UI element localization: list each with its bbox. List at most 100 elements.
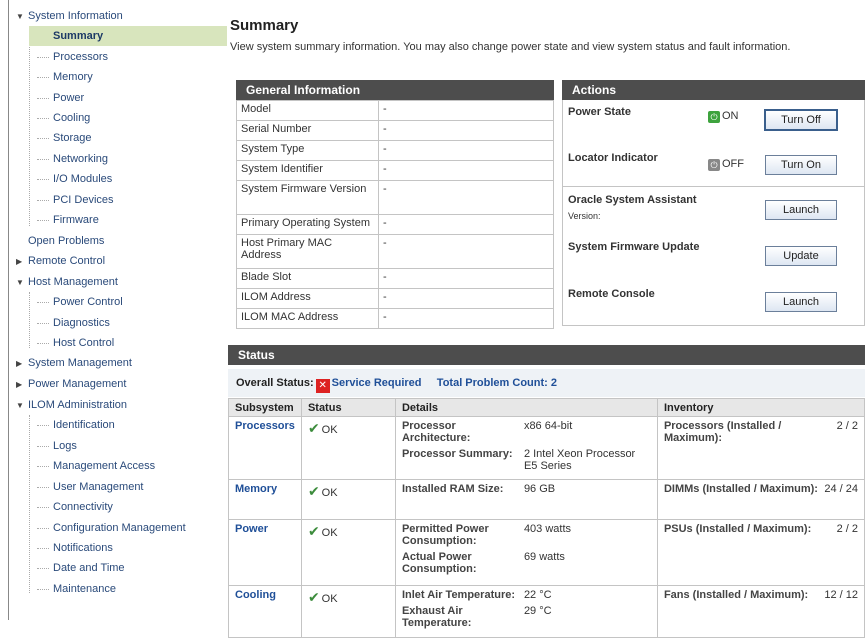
status-table: Subsystem Status Details Inventory Proce… — [228, 398, 865, 638]
subsystem-link-memory[interactable]: Memory — [235, 483, 277, 495]
ok-check-icon: ✔ — [307, 523, 320, 539]
system-firmware-update-label: System Firmware Update — [568, 241, 700, 253]
service-required-link[interactable]: Service Required — [332, 377, 422, 389]
update-firmware-button[interactable]: Update — [765, 246, 837, 266]
nav-io-modules[interactable]: I/O Modules — [36, 169, 112, 189]
inventory-label: PSUs (Installed / Maximum): — [663, 523, 812, 535]
inventory-label: Processors (Installed / Maximum): — [663, 420, 782, 444]
field-value: - — [378, 140, 554, 161]
nav-power-control[interactable]: Power Control — [37, 292, 123, 312]
inventory-value: 24 / 24 — [824, 483, 858, 495]
nav-identification[interactable]: Identification — [37, 415, 115, 435]
detail-value: 29 °C — [523, 605, 552, 617]
locator-off-icon: ⏻ — [708, 159, 720, 171]
field-value: - — [378, 288, 554, 309]
oracle-system-assistant-label: Oracle System Assistant — [568, 194, 697, 206]
power-state-label: Power State — [568, 106, 631, 118]
nav-connectivity[interactable]: Connectivity — [37, 497, 113, 517]
navigation-sidebar: ▼ System Information Summary Processors M… — [8, 0, 227, 620]
field-label: Model — [236, 100, 379, 121]
nav-processors[interactable]: Processors — [36, 47, 108, 67]
nav-storage[interactable]: Storage — [37, 128, 92, 148]
detail-value: 22 °C — [523, 589, 552, 601]
detail-label: Processor Summary: — [401, 448, 513, 460]
error-icon: ✕ — [315, 379, 330, 393]
nav-remote-control[interactable]: ▶ Remote Control — [16, 251, 105, 271]
table-row: Primary Operating System - — [236, 214, 554, 235]
detail-label: Inlet Air Temperature: — [401, 589, 516, 601]
launch-osa-button[interactable]: Launch — [765, 200, 837, 220]
nav-cooling[interactable]: Cooling — [36, 108, 90, 128]
nav-pci-devices[interactable]: PCI Devices — [37, 190, 114, 210]
general-information-header: General Information — [236, 80, 554, 100]
nav-power[interactable]: Power — [36, 88, 84, 108]
nav-notifications[interactable]: Notifications — [37, 538, 113, 558]
field-value: - — [378, 120, 554, 141]
table-row: System Type - — [236, 140, 554, 161]
subsystem-link-cooling[interactable]: Cooling — [235, 589, 276, 601]
page-description: View system summary information. You may… — [230, 41, 791, 53]
column-header: Inventory — [656, 398, 865, 417]
nav-system-information[interactable]: ▼ System Information — [16, 6, 123, 26]
table-row: ILOM Address - — [236, 288, 554, 309]
osa-version-label: Version: — [568, 211, 601, 221]
collapsed-arrow-icon: ▶ — [16, 359, 23, 368]
table-row: Cooling ✔ OK Inlet Air Temperature: 22 °C … — [228, 585, 865, 638]
detail-value: 2 Intel Xeon Processor E5 Series — [523, 448, 636, 472]
nav-summary[interactable]: Summary — [29, 26, 227, 46]
expanded-arrow-icon: ▼ — [16, 12, 24, 21]
main-content: Summary View system summary information.… — [228, 0, 865, 638]
nav-configuration-management[interactable]: Configuration Management — [37, 518, 186, 538]
nav-diagnostics[interactable]: Diagnostics — [37, 313, 110, 333]
nav-management-access[interactable]: Management Access — [36, 456, 155, 476]
field-value: - — [378, 268, 554, 289]
status-header: Status — [228, 345, 865, 365]
field-value: - — [378, 214, 554, 235]
nav-open-problems[interactable]: Open Problems — [28, 231, 104, 251]
status-value: OK — [321, 487, 338, 499]
nav-user-management[interactable]: User Management — [37, 477, 144, 497]
nav-host-management[interactable]: ▼ Host Management — [16, 272, 118, 292]
locator-indicator-label: Locator Indicator — [568, 152, 658, 164]
table-row: Host Primary MAC Address - — [236, 234, 554, 269]
total-problem-count-link[interactable]: Total Problem Count: 2 — [437, 377, 557, 389]
field-label: ILOM Address — [236, 288, 379, 309]
nav-host-control[interactable]: Host Control — [36, 333, 114, 353]
nav-date-and-time[interactable]: Date and Time — [37, 558, 125, 578]
status-value: OK — [321, 424, 338, 436]
subsystem-link-power[interactable]: Power — [235, 523, 268, 535]
detail-label: Permitted Power Consumption: — [401, 523, 489, 547]
detail-value: 403 watts — [523, 523, 572, 535]
launch-remote-console-button[interactable]: Launch — [765, 292, 837, 312]
nav-memory[interactable]: Memory — [37, 67, 93, 87]
overall-status-label: Overall Status: — [236, 377, 314, 389]
nav-ilom-administration[interactable]: ▼ ILOM Administration — [16, 395, 127, 415]
field-value: - — [378, 100, 554, 121]
nav-maintenance[interactable]: Maintenance — [37, 579, 116, 599]
divider — [563, 186, 864, 187]
subsystem-link-processors[interactable]: Processors — [235, 420, 295, 432]
table-row: Model - — [236, 100, 554, 121]
inventory-label: Fans (Installed / Maximum): — [663, 589, 809, 601]
power-state-status: ⏻ ON — [708, 110, 739, 123]
table-row: Blade Slot - — [236, 268, 554, 289]
inventory-value: 12 / 12 — [824, 589, 858, 601]
power-on-icon: ⏻ — [708, 111, 720, 123]
turn-on-button[interactable]: Turn On — [765, 155, 837, 175]
collapsed-arrow-icon: ▶ — [16, 380, 23, 389]
column-header: Status — [300, 398, 396, 417]
remote-console-label: Remote Console — [568, 288, 655, 300]
nav-system-management[interactable]: ▶ System Management — [16, 353, 132, 373]
nav-power-management[interactable]: ▶ Power Management — [16, 374, 126, 394]
field-value: - — [378, 234, 554, 269]
nav-firmware[interactable]: Firmware — [37, 210, 99, 230]
detail-label: Actual Power Consumption: — [401, 551, 477, 575]
detail-value: 96 GB — [523, 483, 556, 495]
detail-value: x86 64-bit — [523, 420, 573, 432]
table-header-row: Subsystem Status Details Inventory — [228, 398, 865, 417]
nav-logs[interactable]: Logs — [37, 436, 77, 456]
table-row: Serial Number - — [236, 120, 554, 141]
nav-networking[interactable]: Networking — [36, 149, 108, 169]
turn-off-button[interactable]: Turn Off — [764, 109, 838, 131]
expanded-arrow-icon: ▼ — [16, 278, 24, 287]
